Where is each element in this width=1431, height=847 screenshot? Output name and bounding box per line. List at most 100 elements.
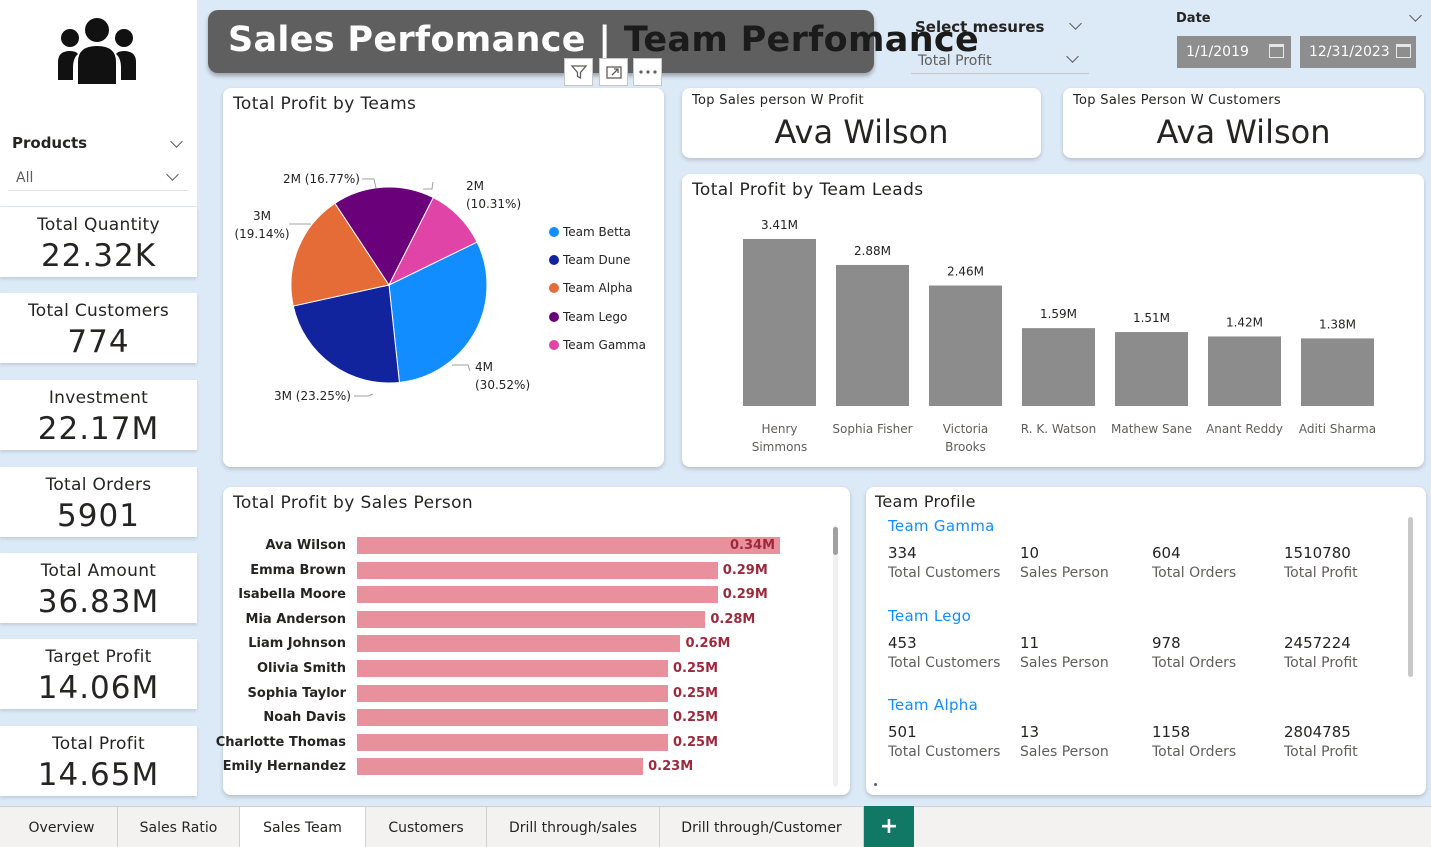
team-lead-bar[interactable] [929, 285, 1002, 406]
team-lead-bar[interactable] [1301, 338, 1374, 406]
chevron-down-icon[interactable] [170, 135, 183, 148]
team-metric-value: 453 [888, 633, 917, 652]
page-tab[interactable]: Sales Ratio [118, 807, 240, 847]
sales-person-row: Noah Davis 0.25M [223, 709, 850, 727]
kpi-label: Total Quantity [37, 215, 160, 235]
team-metric-value: 11 [1020, 633, 1040, 652]
scrollbar-thumb[interactable] [833, 527, 838, 555]
sales-person-bar[interactable] [357, 733, 669, 751]
sales-person-data-label: 0.25M [673, 710, 719, 726]
page-tab-label: Customers [388, 819, 464, 836]
profit-by-team-leads-chart: 3.41M Henry Simmons 2.88M Sophia Fisher 2.46M… [743, 218, 1376, 454]
team-metric-value: 978 [1152, 633, 1181, 652]
page-tab[interactable]: Overview [6, 807, 118, 847]
sales-person-bar[interactable] [357, 709, 669, 727]
team-lead-data-label: 2.88M [854, 244, 891, 258]
calendar-icon[interactable] [1396, 44, 1411, 58]
date-slicer: Date 1/1/2019 12/31/2023 [1170, 5, 1430, 77]
sales-person-bar[interactable] [357, 610, 706, 628]
products-dropdown[interactable]: All [8, 161, 188, 191]
sales-person-bar[interactable] [357, 684, 669, 702]
scrollbar[interactable] [1408, 517, 1413, 677]
team-lead-bar[interactable] [836, 264, 909, 406]
team-metric-label: Total Orders [1152, 654, 1237, 671]
team-name-link[interactable]: Team Gamma [888, 517, 995, 535]
page-tab-label: Sales Ratio [139, 819, 218, 836]
team-metric-label: Sales Person [1020, 565, 1109, 581]
profit-by-sales-person-card: Total Profit by Sales Person Ava Wilson 0… [216, 487, 850, 795]
team-metric-value: 604 [1152, 544, 1181, 562]
kpi-value: 22.17M [37, 411, 160, 447]
team-metric-label: Sales Person [1020, 744, 1109, 760]
chevron-down-icon[interactable] [1069, 17, 1082, 30]
team-name-link[interactable]: Team Alpha [888, 696, 978, 714]
top-profit-card: Top Sales person W Profit Ava Wilson [682, 88, 1041, 158]
scrollbar[interactable] [833, 525, 838, 787]
sales-person-bar[interactable] [357, 586, 718, 604]
focus-mode-icon[interactable] [599, 58, 628, 86]
page-title-part1: Sales Perfomance | [228, 20, 612, 60]
team-name-link[interactable]: Team Lego [888, 607, 971, 625]
team-metric-label: Total Profit [1284, 744, 1358, 760]
date-start-input[interactable]: 1/1/2019 [1177, 36, 1291, 68]
title-banner: Sales Perfomance | Team Perfomance [208, 10, 979, 73]
filter-icon[interactable] [564, 58, 593, 86]
kpi-value: 22.32K [40, 238, 157, 274]
legend-item-betta[interactable]: Team Betta [549, 225, 631, 239]
kpi-value: 774 [67, 324, 130, 360]
measures-dropdown-value: Total Profit [918, 53, 992, 69]
legend-dot [549, 312, 559, 322]
team-metric-label: Total Customers [888, 565, 1001, 581]
pie-leader-line [354, 393, 374, 397]
team-lead-bar[interactable] [743, 239, 816, 406]
page-tab-label: Overview [28, 819, 95, 836]
legend-item-dune[interactable]: Team Dune [549, 253, 630, 267]
sales-person-bar[interactable] [357, 660, 669, 677]
legend-dot [549, 283, 559, 293]
pie-leader-line [362, 178, 377, 189]
measures-dropdown[interactable]: Total Profit [911, 46, 1089, 74]
calendar-icon[interactable] [1269, 44, 1284, 58]
kpi-card: Target Profit 14.06M [0, 639, 197, 709]
sales-person-bar[interactable] [357, 537, 780, 554]
team-lead-name: Victoria [943, 422, 989, 436]
kpi-label: Investment [48, 388, 149, 408]
sales-person-name: Ava Wilson [265, 538, 346, 553]
kpi-label: Total Amount [40, 561, 157, 581]
legend-dot [549, 227, 559, 237]
team-lead-data-label: 2.46M [947, 265, 984, 279]
pie-label-alpha: 3M (19.14%) [233, 207, 291, 243]
products-dropdown-value: All [16, 170, 34, 186]
team-lead-data-label: 1.38M [1319, 317, 1356, 331]
top-customers-card: Top Sales Person W Customers Ava Wilson [1063, 88, 1424, 158]
sales-person-data-label: 0.25M [673, 685, 719, 701]
team-lead-bar[interactable] [1208, 336, 1281, 406]
measures-slicer-label: Select mesures [915, 18, 1045, 36]
team-metric-value: 501 [888, 723, 917, 741]
sales-person-bar[interactable] [357, 758, 644, 776]
sales-person-data-label: 0.25M [673, 734, 719, 750]
sales-person-row: Isabella Moore 0.29M [223, 586, 850, 604]
sales-person-bar[interactable] [357, 635, 681, 653]
sales-person-bar[interactable] [357, 561, 718, 579]
team-lead-name: Sophia Fisher [832, 422, 912, 436]
team-metric-label: Total Profit [1284, 565, 1358, 581]
team-lead-bar[interactable] [1115, 332, 1188, 406]
sales-person-row: Charlotte Thomas 0.25M [216, 733, 850, 752]
legend-item-gamma[interactable]: Team Gamma [549, 338, 646, 352]
legend-label: Team Lego [563, 310, 628, 324]
page-tab[interactable]: Drill through/sales [487, 807, 660, 847]
legend-item-alpha[interactable]: Team Alpha [549, 281, 633, 295]
logo-panel [0, 0, 197, 118]
page-tab[interactable]: Drill through/Customer [660, 807, 864, 847]
more-options-icon[interactable] [633, 58, 662, 86]
page-tab[interactable]: Customers [366, 807, 487, 847]
page-tab[interactable]: Sales Team [240, 807, 366, 847]
date-end-input[interactable]: 12/31/2023 [1300, 36, 1416, 68]
add-page-button[interactable]: + [864, 806, 914, 847]
chevron-down-icon [166, 168, 179, 181]
team-lead-bar[interactable] [1022, 328, 1095, 406]
legend-item-lego[interactable]: Team Lego [549, 310, 627, 324]
chevron-down-icon[interactable] [1409, 9, 1422, 22]
team-lead-name: Mathew Sane [1111, 422, 1192, 436]
